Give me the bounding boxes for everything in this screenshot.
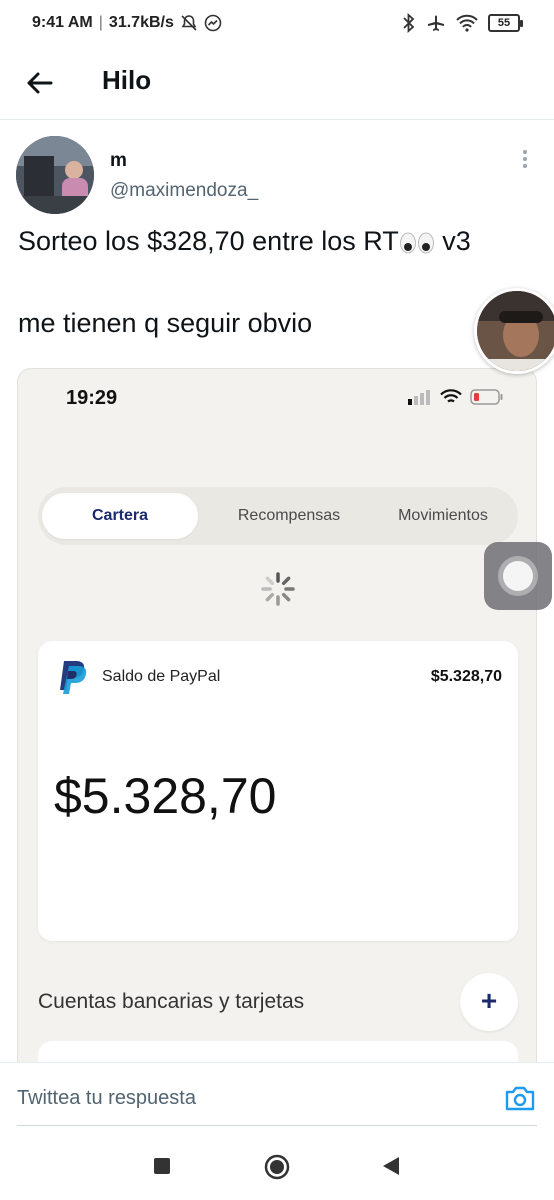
tab-recompensas[interactable]: Recompensas — [214, 493, 364, 539]
add-bank-button[interactable]: + — [460, 973, 518, 1031]
reply-bar: Twittea tu respuesta — [0, 1062, 554, 1134]
battery-indicator: 55 — [488, 14, 523, 32]
tweet-text-line: Sorteo los $328,70 entre los RT v3 — [18, 226, 471, 256]
bluetooth-icon — [403, 13, 415, 33]
floating-video-bubble[interactable] — [474, 288, 554, 374]
embedded-status-time: 19:29 — [66, 387, 118, 409]
balance-label: Saldo de PayPal — [102, 668, 221, 685]
author-name[interactable]: m — [110, 150, 127, 172]
reply-input[interactable]: Twittea tu respuesta — [17, 1087, 196, 1110]
wifi-icon — [440, 389, 462, 403]
paypal-logo-icon — [60, 661, 87, 694]
signal-icon — [408, 390, 430, 405]
avatar[interactable] — [16, 136, 94, 214]
messenger-icon — [204, 14, 222, 32]
status-time: 9:41 AM — [32, 14, 93, 31]
battery-low-icon — [470, 389, 503, 405]
tab-movimientos[interactable]: Movimientos — [368, 493, 518, 539]
network-speed: 31.7kB/s — [108, 14, 174, 31]
balance-amount-small: $5.328,70 — [430, 668, 502, 685]
loading-spinner-icon — [261, 572, 295, 606]
more-vertical-icon[interactable] — [520, 150, 530, 174]
tab-cartera[interactable]: Cartera — [42, 493, 198, 539]
app-header: Hilo — [0, 50, 554, 120]
bank-section-label: Cuentas bancarias y tarjetas — [38, 990, 305, 1013]
author-handle[interactable]: @maximendoza_ — [110, 180, 258, 202]
tab-bar: Cartera Recompensas Movimientos — [38, 487, 518, 545]
recents-icon[interactable] — [154, 1158, 170, 1174]
tweet-text-line: me tienen q seguir obvio — [18, 308, 313, 338]
eyes-emoji-icon — [399, 232, 434, 254]
balance-card[interactable]: Saldo de PayPal $5.328,70 $5.328,70 — [38, 641, 518, 941]
camera-icon[interactable] — [504, 1083, 536, 1113]
reply-underline — [17, 1125, 537, 1126]
assistive-touch-button[interactable] — [484, 542, 552, 610]
status-bar: 9:41 AM | 31.7kB/s 55 — [0, 0, 554, 50]
page-title: Hilo — [102, 65, 152, 95]
balance-amount: $5.328,70 — [54, 768, 277, 824]
system-navigation-bar — [0, 1134, 554, 1200]
arrow-left-icon[interactable] — [24, 67, 56, 99]
person-photo — [477, 291, 554, 371]
tweet-attached-image[interactable]: 19:29 Cartera Recompensas Movimientos Sa… — [17, 368, 537, 1068]
airplane-icon — [428, 15, 444, 31]
avatar-image — [16, 136, 94, 214]
muted-bell-icon — [181, 15, 197, 31]
nav-back-icon[interactable] — [382, 1156, 400, 1176]
wifi-icon — [456, 14, 478, 32]
home-icon[interactable] — [264, 1154, 290, 1180]
